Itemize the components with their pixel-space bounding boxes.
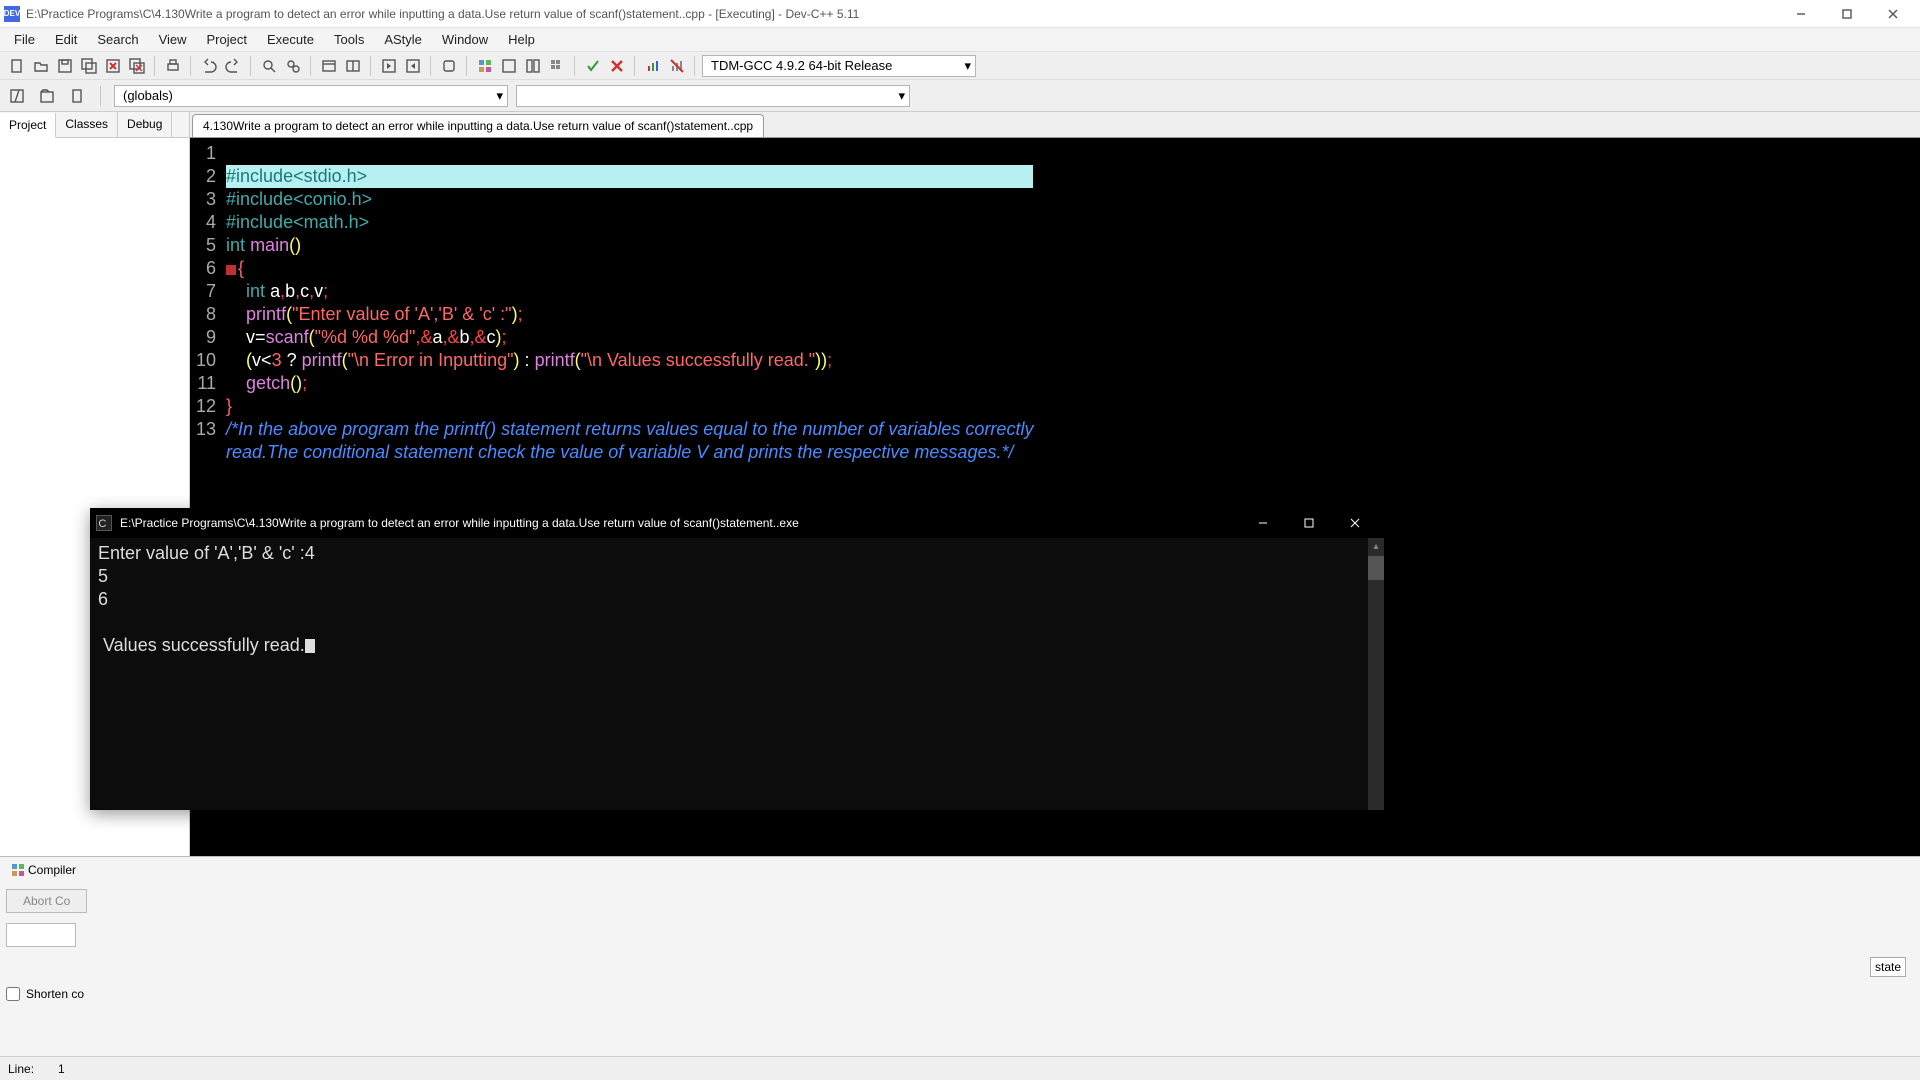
bottom-tab-compiler[interactable]: Compiler <box>6 861 82 879</box>
chevron-down-icon: ▾ <box>488 88 503 104</box>
find-icon[interactable] <box>258 55 280 77</box>
save-all-icon[interactable] <box>78 55 100 77</box>
compiler-select-text: TDM-GCC 4.9.2 64-bit Release <box>711 58 892 73</box>
shorten-paths-input[interactable] <box>6 987 20 1001</box>
compile-text-field[interactable] <box>6 923 76 947</box>
redo-icon[interactable] <box>222 55 244 77</box>
new-window-icon[interactable] <box>6 85 28 107</box>
close-all-icon[interactable] <box>126 55 148 77</box>
side-tab-project[interactable]: Project <box>0 113 56 138</box>
svg-text:C: C <box>98 518 106 530</box>
bottom-panel: Compiler Abort Co Shorten co state <box>0 856 1920 1056</box>
menu-edit[interactable]: Edit <box>45 29 87 50</box>
menu-help[interactable]: Help <box>498 29 545 50</box>
delete-profile-icon[interactable] <box>666 55 688 77</box>
app-icon: DEV <box>4 6 20 22</box>
compile-icon[interactable] <box>474 55 496 77</box>
new-project-icon[interactable] <box>36 85 58 107</box>
insert-icon[interactable] <box>66 85 88 107</box>
secondary-toolbar: (globals) ▾ ▾ <box>0 80 1920 112</box>
menu-tools[interactable]: Tools <box>324 29 374 50</box>
member-select[interactable]: ▾ <box>516 85 910 107</box>
open-file-icon[interactable] <box>30 55 52 77</box>
menu-search[interactable]: Search <box>87 29 148 50</box>
scroll-thumb[interactable] <box>1368 556 1384 580</box>
goto-icon[interactable] <box>318 55 340 77</box>
menu-execute[interactable]: Execute <box>257 29 324 50</box>
statusbar: Line: 1 <box>0 1056 1920 1080</box>
scope-select-text: (globals) <box>123 88 173 103</box>
run-icon[interactable] <box>498 55 520 77</box>
side-tab-classes[interactable]: Classes <box>56 112 118 137</box>
close-file-icon[interactable] <box>102 55 124 77</box>
status-line-label: Line: <box>8 1062 34 1076</box>
shorten-paths-label: Shorten co <box>26 987 84 1001</box>
minimize-button[interactable] <box>1778 0 1824 28</box>
status-line-value: 1 <box>58 1062 65 1076</box>
file-tab-active[interactable]: 4.130Write a program to detect an error … <box>192 114 764 137</box>
console-output[interactable]: Enter value of 'A','B' & 'c' :4 5 6 Valu… <box>90 538 1384 810</box>
file-tabs: 4.130Write a program to detect an error … <box>190 112 1920 138</box>
menu-astyle[interactable]: AStyle <box>374 29 432 50</box>
grid-icon <box>12 864 24 876</box>
console-close-button[interactable] <box>1332 508 1378 538</box>
new-file-icon[interactable] <box>6 55 28 77</box>
truncated-text: state <box>1870 957 1906 977</box>
cursor-icon <box>305 639 315 653</box>
menu-project[interactable]: Project <box>197 29 257 50</box>
titlebar: DEV E:\Practice Programs\C\4.130Write a … <box>0 0 1920 28</box>
debug-check-icon[interactable] <box>582 55 604 77</box>
print-icon[interactable] <box>162 55 184 77</box>
indent-right-icon[interactable] <box>402 55 424 77</box>
console-window: C E:\Practice Programs\C\4.130Write a pr… <box>90 508 1384 810</box>
bottom-tab-compiler-label: Compiler <box>28 863 76 877</box>
scroll-up-icon[interactable]: ▴ <box>1368 538 1384 554</box>
compile-run-icon[interactable] <box>522 55 544 77</box>
menu-view[interactable]: View <box>149 29 197 50</box>
profile-icon[interactable] <box>642 55 664 77</box>
maximize-button[interactable] <box>1824 0 1870 28</box>
side-tab-debug[interactable]: Debug <box>118 112 172 137</box>
scope-select[interactable]: (globals) ▾ <box>114 85 508 107</box>
main-toolbar: TDM-GCC 4.9.2 64-bit Release ▾ <box>0 52 1920 80</box>
debug-toggle-icon[interactable] <box>438 55 460 77</box>
fold-marker-icon[interactable] <box>226 265 236 275</box>
compiler-select[interactable]: TDM-GCC 4.9.2 64-bit Release ▾ <box>702 55 976 77</box>
console-scrollbar[interactable]: ▴ <box>1368 538 1384 810</box>
side-tabs: Project Classes Debug <box>0 112 189 138</box>
console-titlebar[interactable]: C E:\Practice Programs\C\4.130Write a pr… <box>90 508 1384 538</box>
console-maximize-button[interactable] <box>1286 508 1332 538</box>
chevron-down-icon: ▾ <box>890 88 905 104</box>
console-title: E:\Practice Programs\C\4.130Write a prog… <box>120 516 799 530</box>
chevron-down-icon: ▾ <box>956 58 971 74</box>
bookmark-icon[interactable] <box>342 55 364 77</box>
menu-file[interactable]: File <box>4 29 45 50</box>
console-app-icon: C <box>96 515 112 531</box>
save-icon[interactable] <box>54 55 76 77</box>
window-title: E:\Practice Programs\C\4.130Write a prog… <box>26 7 859 21</box>
abort-compilation-button[interactable]: Abort Co <box>6 889 87 913</box>
indent-left-icon[interactable] <box>378 55 400 77</box>
console-minimize-button[interactable] <box>1240 508 1286 538</box>
menu-window[interactable]: Window <box>432 29 498 50</box>
stop-icon[interactable] <box>606 55 628 77</box>
undo-icon[interactable] <box>198 55 220 77</box>
close-button[interactable] <box>1870 0 1916 28</box>
shorten-paths-checkbox[interactable]: Shorten co <box>6 987 1914 1001</box>
rebuild-icon[interactable] <box>546 55 568 77</box>
menubar: File Edit Search View Project Execute To… <box>0 28 1920 52</box>
replace-icon[interactable] <box>282 55 304 77</box>
